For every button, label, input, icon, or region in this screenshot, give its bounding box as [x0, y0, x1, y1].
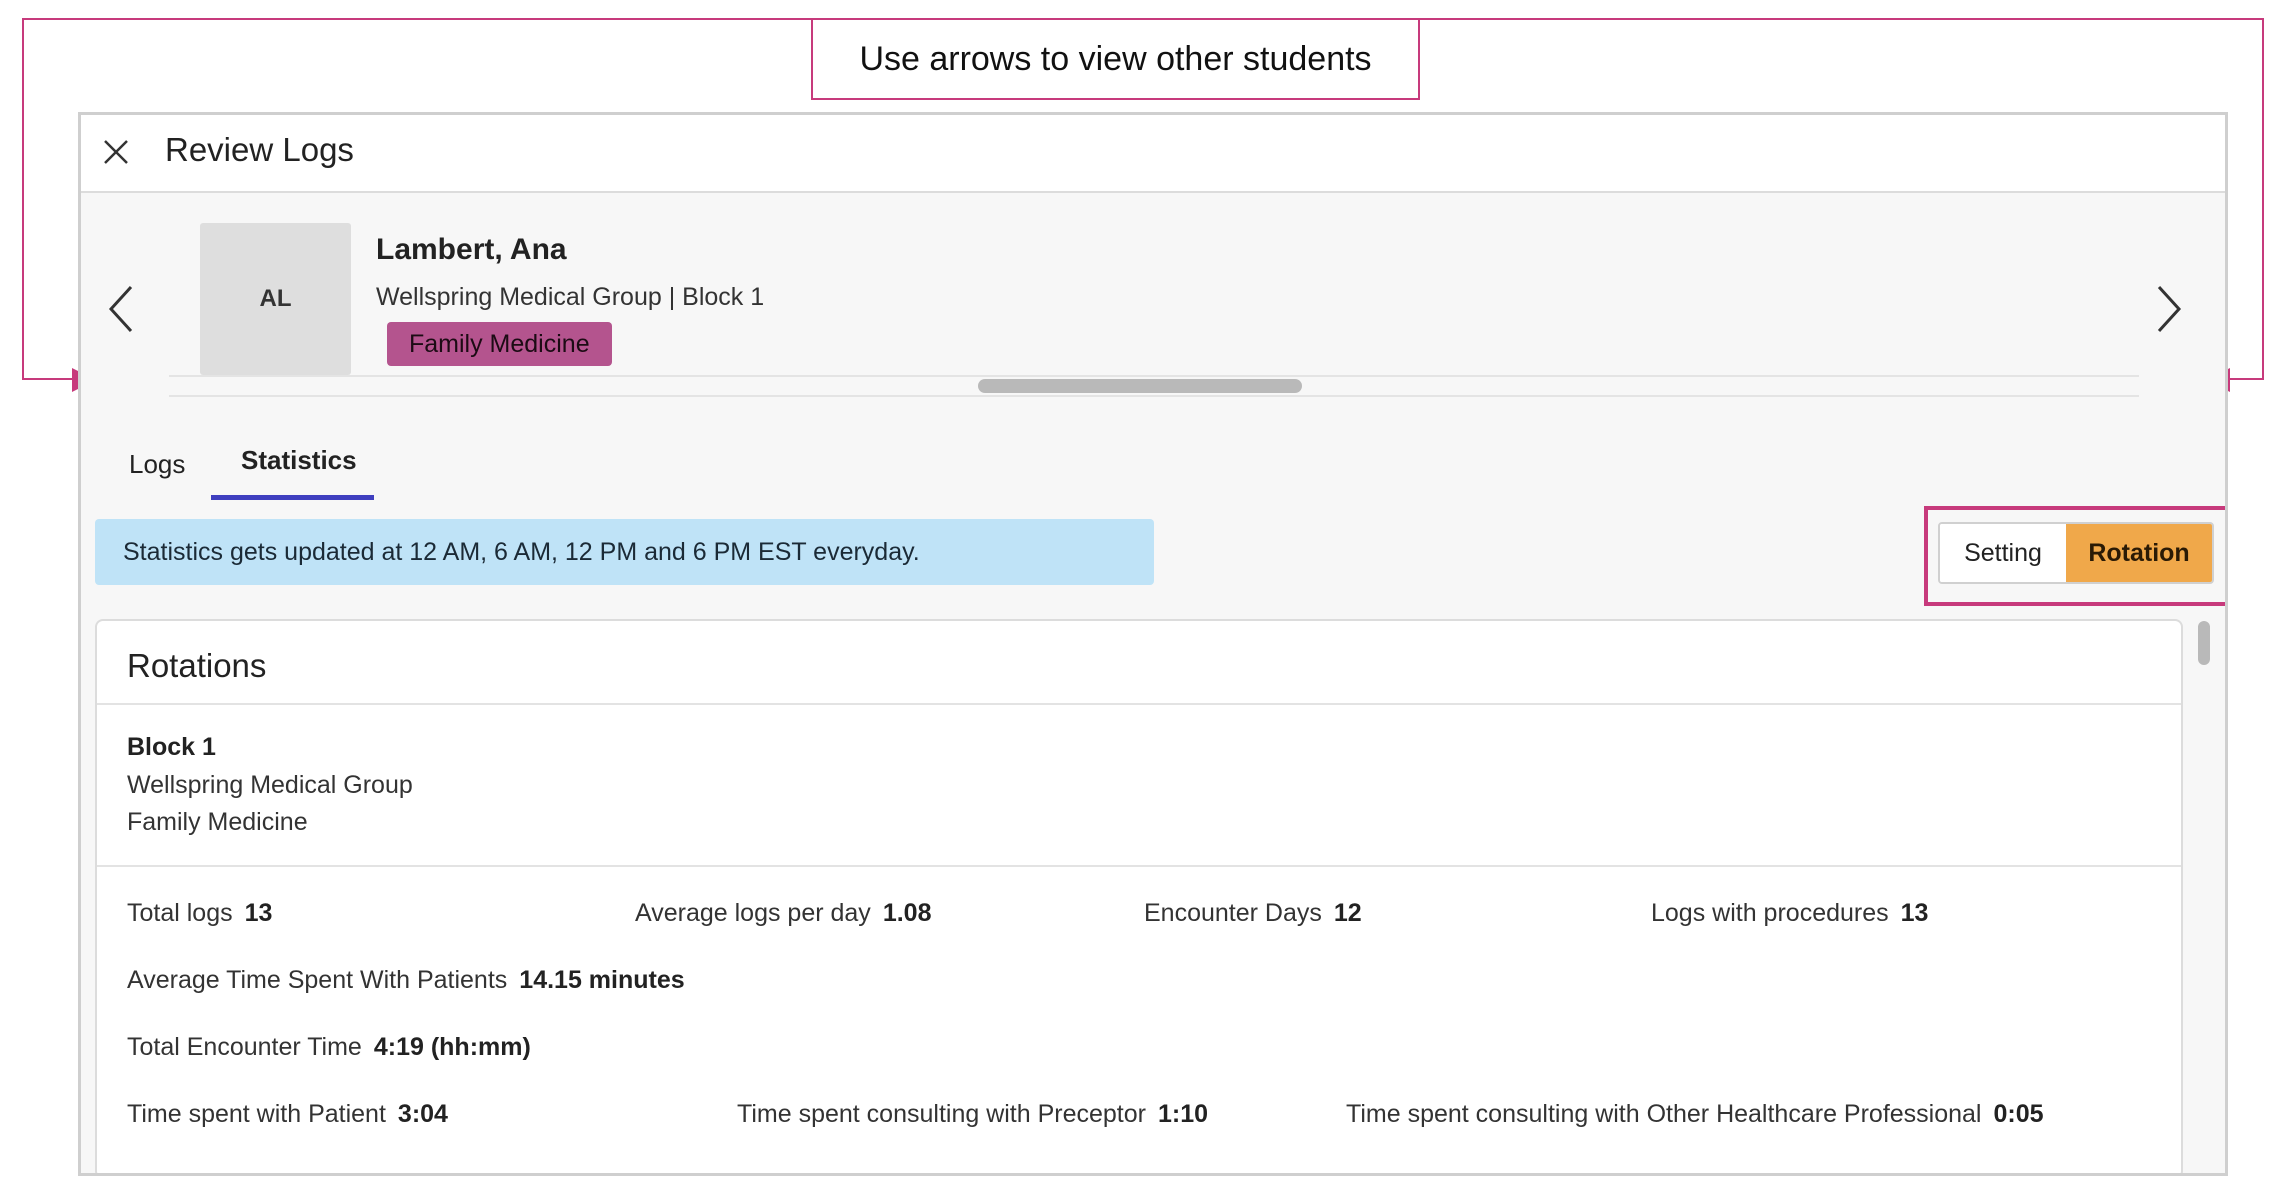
stat-label: Logs with procedures	[1651, 899, 1889, 927]
stat-label: Encounter Days	[1144, 899, 1322, 927]
stat-avg-time-with-patients: Average Time Spent With Patients 14.15 mi…	[127, 966, 685, 995]
toggle-setting-button[interactable]: Setting	[1940, 524, 2066, 582]
tab-logs[interactable]: Logs	[129, 449, 185, 480]
avatar-initials: AL	[259, 285, 292, 312]
divider	[97, 703, 2181, 705]
stat-label: Time spent consulting with Preceptor	[737, 1100, 1146, 1128]
stat-time-consulting-other: Time spent consulting with Other Healthc…	[1346, 1100, 2044, 1129]
stat-label: Average Time Spent With Patients	[127, 966, 508, 994]
divider	[97, 865, 2181, 867]
stat-value: 3:04	[397, 1100, 448, 1128]
callout-text: Use arrows to view other students	[859, 39, 1372, 78]
callout-connector-right-stub	[2230, 378, 2264, 380]
active-tab-indicator	[211, 495, 374, 500]
content-scrollbar-thumb[interactable]	[2198, 621, 2210, 665]
stat-label: Time spent consulting with Other Healthc…	[1346, 1100, 1982, 1128]
specialty-badge-label: Family Medicine	[409, 329, 590, 358]
rotations-card: Rotations Block 1 Wellspring Medical Gro…	[95, 619, 2183, 1173]
stat-total-logs: Total logs 13	[127, 899, 272, 928]
stat-label: Total logs	[127, 899, 233, 927]
stat-value: 1.08	[882, 899, 932, 927]
toggle-rotation-button[interactable]: Rotation	[2066, 524, 2212, 582]
student-name: Lambert, Ana	[376, 233, 567, 266]
block-title: Block 1	[127, 733, 216, 761]
stat-value: 14.15 minutes	[519, 966, 685, 994]
block-specialty: Family Medicine	[127, 808, 308, 836]
stat-value: 4:19 (hh:mm)	[373, 1033, 531, 1061]
chevron-left-icon[interactable]	[103, 279, 143, 339]
stat-value: 13	[1900, 899, 1929, 927]
stat-encounter-days: Encounter Days 12	[1144, 899, 1362, 928]
stat-avg-logs-per-day: Average logs per day 1.08	[635, 899, 931, 928]
student-meta: Wellspring Medical Group | Block 1	[376, 283, 765, 311]
callout-box: Use arrows to view other students	[811, 18, 1420, 100]
stat-label: Total Encounter Time	[127, 1033, 362, 1061]
rotations-title: Rotations	[127, 647, 267, 684]
stat-label: Time spent with Patient	[127, 1100, 386, 1128]
stat-value: 13	[244, 899, 273, 927]
stat-time-consulting-preceptor: Time spent consulting with Preceptor 1:10	[737, 1100, 1208, 1129]
stat-value: 12	[1333, 899, 1362, 927]
block-site: Wellspring Medical Group	[127, 771, 413, 799]
close-icon[interactable]	[101, 137, 131, 167]
modal-header: Review Logs	[81, 115, 2225, 193]
avatar: AL	[200, 223, 351, 375]
stat-time-with-patient: Time spent with Patient 3:04	[127, 1100, 448, 1129]
review-logs-modal: Review Logs AL Lambert, Ana Wellspring M…	[78, 112, 2228, 1176]
stat-label: Average logs per day	[635, 899, 871, 927]
statistics-info-banner: Statistics gets updated at 12 AM, 6 AM, …	[95, 519, 1154, 585]
tab-statistics[interactable]: Statistics	[241, 445, 357, 476]
specialty-badge: Family Medicine	[387, 322, 612, 366]
stat-value: 1:10	[1157, 1100, 1209, 1128]
stat-total-encounter-time: Total Encounter Time 4:19 (hh:mm)	[127, 1033, 531, 1062]
modal-title: Review Logs	[165, 131, 354, 168]
stat-logs-with-procedures: Logs with procedures 13	[1651, 899, 1928, 928]
stat-value: 0:05	[1993, 1100, 2044, 1128]
chevron-right-icon[interactable]	[2147, 279, 2187, 339]
setting-rotation-toggle: Setting Rotation	[1938, 522, 2214, 584]
student-carousel-scroll-thumb[interactable]	[978, 379, 1302, 393]
statistics-info-text: Statistics gets updated at 12 AM, 6 AM, …	[123, 537, 920, 566]
